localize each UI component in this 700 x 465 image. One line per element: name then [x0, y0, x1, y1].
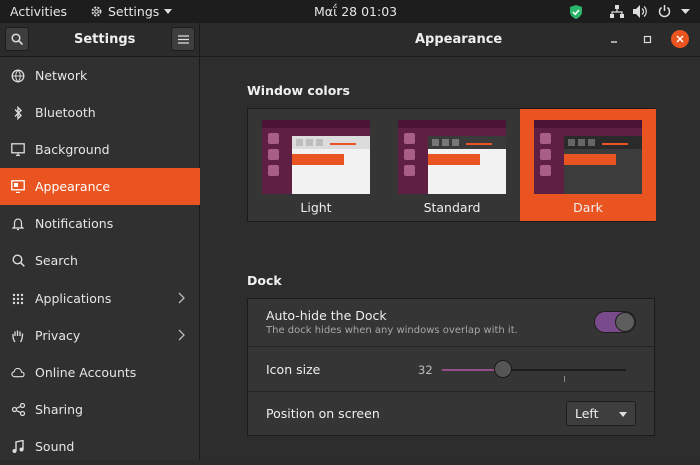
- window-color-label: Standard: [423, 200, 481, 215]
- background-icon: [11, 143, 25, 157]
- dock-heading: Dock: [247, 273, 282, 288]
- icon-size-row: Icon size 32: [248, 347, 654, 392]
- chevron-right-icon: [178, 329, 185, 341]
- icon-size-value: 32: [418, 363, 433, 377]
- dock-settings: Auto-hide the Dock The dock hides when a…: [247, 298, 655, 436]
- hand-icon: [11, 329, 25, 343]
- appearance-panel: Window colors Light Standard Dark Dock A…: [200, 57, 700, 460]
- maximize-icon: [643, 35, 652, 44]
- sidebar-item-notifications[interactable]: Notifications: [0, 205, 200, 242]
- sidebar-item-applications[interactable]: Applications: [0, 280, 200, 317]
- search-button[interactable]: [5, 27, 29, 51]
- bluetooth-icon: [11, 105, 25, 120]
- sidebar-title: Settings: [74, 32, 136, 47]
- window-color-label: Dark: [573, 200, 603, 215]
- minimize-button[interactable]: [610, 31, 618, 51]
- sidebar-item-label: Bluetooth: [35, 105, 96, 120]
- sidebar-item-label: Appearance: [35, 179, 111, 194]
- light-theme-preview: [262, 120, 370, 194]
- close-icon: [676, 35, 684, 43]
- sidebar-item-label: Search: [35, 253, 78, 268]
- sidebar-item-sharing[interactable]: Sharing: [0, 391, 200, 428]
- power-icon[interactable]: [657, 3, 672, 20]
- window-color-dark[interactable]: Dark: [520, 109, 656, 221]
- sidebar-item-network[interactable]: Network: [0, 57, 200, 94]
- app-menu-label: Settings: [108, 4, 160, 19]
- bell-icon: [11, 217, 25, 231]
- autohide-label: Auto-hide the Dock: [266, 308, 387, 323]
- page-title: Appearance: [415, 32, 503, 47]
- system-tray[interactable]: [568, 3, 690, 20]
- window-color-standard[interactable]: Standard: [384, 109, 520, 221]
- sidebar: Network Bluetooth Background Appearance …: [0, 57, 200, 460]
- music-note-icon: [11, 439, 25, 454]
- position-label: Position on screen: [266, 406, 380, 421]
- icon-size-slider-track[interactable]: [442, 369, 626, 371]
- sidebar-item-label: Sound: [35, 439, 75, 454]
- sidebar-item-label: Network: [35, 68, 88, 83]
- search-icon: [11, 33, 23, 45]
- sidebar-item-privacy[interactable]: Privacy: [0, 317, 200, 354]
- window-color-light[interactable]: Light: [248, 109, 384, 221]
- maximize-button[interactable]: [643, 31, 652, 51]
- close-button[interactable]: [671, 30, 689, 48]
- main-headerbar: Appearance: [200, 23, 700, 57]
- clock[interactable]: Μαΐ 28 01:03: [314, 4, 397, 19]
- volume-icon[interactable]: [633, 3, 648, 20]
- network-icon[interactable]: [609, 3, 624, 20]
- sidebar-item-background[interactable]: Background: [0, 131, 200, 168]
- app-menu[interactable]: Settings: [90, 4, 173, 19]
- hamburger-icon: [177, 34, 189, 44]
- chevron-down-icon: [164, 8, 173, 14]
- network-icon: [11, 69, 25, 83]
- sidebar-item-label: Background: [35, 142, 110, 157]
- gear-icon: [91, 6, 102, 17]
- window-color-label: Light: [300, 200, 332, 215]
- activities-button[interactable]: Activities: [10, 4, 67, 19]
- shield-icon[interactable]: [568, 3, 583, 20]
- top-bar: Activities Settings Μαΐ 28 01:03: [0, 0, 700, 23]
- autohide-toggle[interactable]: [594, 311, 636, 333]
- share-icon: [11, 403, 25, 417]
- settings-window: Settings Appearance Network Bluetooth Ba…: [0, 23, 700, 460]
- standard-theme-preview: [398, 120, 506, 194]
- chevron-down-icon: [619, 412, 627, 417]
- sidebar-item-search[interactable]: Search: [0, 242, 200, 279]
- apps-grid-icon: [11, 292, 25, 306]
- sidebar-item-online-accounts[interactable]: Online Accounts: [0, 354, 200, 391]
- icon-size-slider-handle[interactable]: [493, 360, 512, 378]
- sidebar-item-label: Online Accounts: [35, 365, 137, 380]
- sidebar-item-label: Sharing: [35, 402, 83, 417]
- sidebar-item-bluetooth[interactable]: Bluetooth: [0, 94, 200, 131]
- position-dropdown-value: Left: [575, 406, 599, 421]
- dark-theme-preview: [534, 120, 642, 194]
- minimize-icon: [611, 41, 617, 43]
- sidebar-item-label: Notifications: [35, 216, 114, 231]
- chevron-down-icon[interactable]: [681, 3, 690, 20]
- window-colors-chooser: Light Standard Dark: [247, 108, 656, 222]
- sidebar-item-appearance[interactable]: Appearance: [0, 168, 200, 205]
- sidebar-item-label: Privacy: [35, 328, 81, 343]
- autohide-description: The dock hides when any windows overlap …: [266, 325, 518, 336]
- autohide-row[interactable]: Auto-hide the Dock The dock hides when a…: [248, 299, 654, 347]
- cloud-icon: [11, 366, 25, 380]
- position-dropdown[interactable]: Left: [566, 401, 636, 426]
- chevron-right-icon: [178, 292, 185, 304]
- position-row: Position on screen Left: [248, 392, 654, 435]
- sidebar-item-label: Applications: [35, 291, 112, 306]
- sidebar-item-sound[interactable]: Sound: [0, 428, 200, 465]
- slider-tick-mark: [564, 376, 565, 382]
- icon-size-label: Icon size: [266, 362, 321, 377]
- sidebar-headerbar: Settings: [0, 23, 200, 57]
- appearance-icon: [11, 180, 25, 194]
- menu-button[interactable]: [171, 27, 195, 51]
- search-icon: [11, 254, 25, 268]
- window-colors-heading: Window colors: [247, 83, 350, 98]
